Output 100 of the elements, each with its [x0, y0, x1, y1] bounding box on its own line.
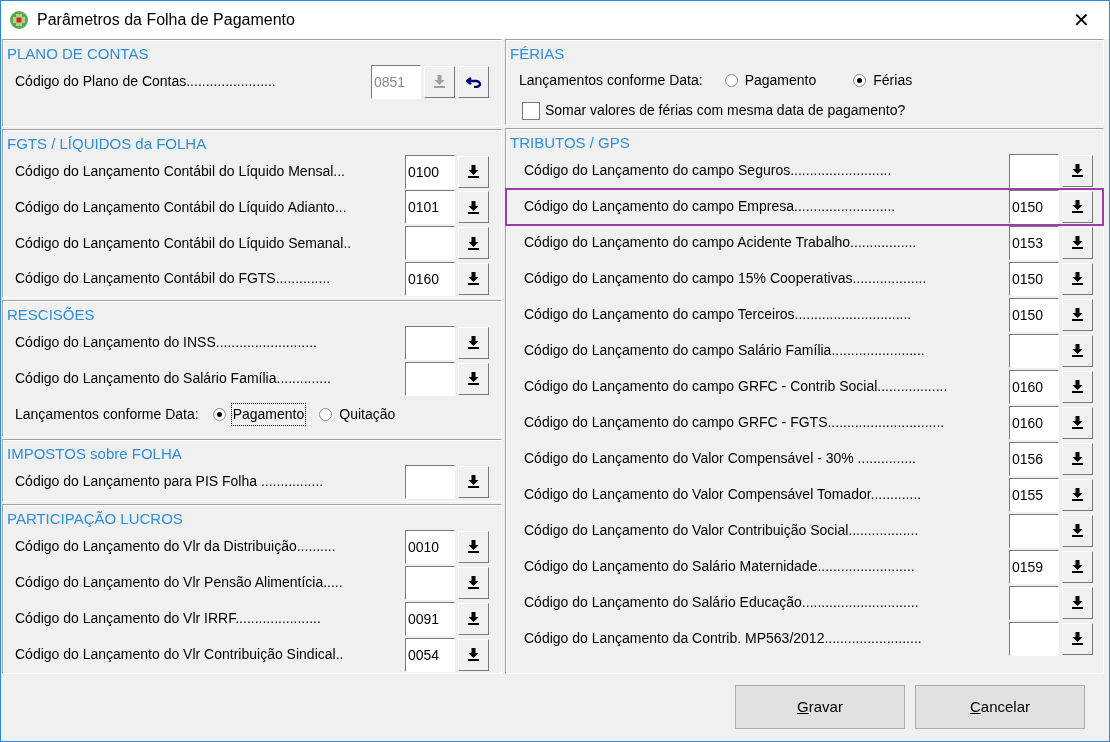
radio-button[interactable] — [724, 74, 738, 87]
section-title: RESCISÕES — [6, 304, 96, 325]
lookup-button[interactable] — [1062, 334, 1093, 367]
lookup-button[interactable] — [458, 602, 489, 635]
lookup-button[interactable] — [1062, 262, 1093, 295]
section-title: PARTICIPAÇÃO LUCROS — [6, 508, 184, 529]
code-field[interactable]: 0153 — [1009, 225, 1059, 260]
lookup-button[interactable] — [1062, 154, 1093, 187]
field-label: Código do Lançamento do campo Acidente Trabalho................. — [524, 233, 918, 253]
field-label: Código do Lançamento Contábil do Líquido Adianto... — [15, 197, 348, 217]
code-field[interactable] — [405, 361, 455, 396]
download-icon — [1072, 272, 1083, 286]
radio-button[interactable] — [212, 408, 226, 422]
download-icon — [468, 372, 479, 386]
download-icon — [1072, 164, 1083, 178]
field-label: Código do Lançamento do Vlr IRRF...................... — [15, 609, 322, 629]
code-field[interactable]: 0150 — [1009, 297, 1059, 332]
lookup-button[interactable] — [1062, 550, 1093, 583]
radio-label: Quitação — [338, 405, 397, 425]
download-icon — [1072, 524, 1083, 538]
section-title: FGTS / LÍQUIDOS da FOLHA — [6, 133, 208, 154]
code-field[interactable] — [405, 565, 455, 600]
lookup-button[interactable] — [1062, 190, 1093, 223]
download-icon — [468, 612, 479, 626]
section-title: PLANO DE CONTAS — [6, 43, 150, 64]
checkbox-label: Somar valores de férias com mesma data de pagamento? — [545, 101, 906, 120]
code-field[interactable]: 0100 — [405, 154, 455, 189]
code-field[interactable] — [405, 464, 455, 499]
radio-label: Férias — [872, 71, 914, 90]
code-field[interactable] — [405, 226, 455, 260]
close-button[interactable]: ✕ — [1061, 4, 1101, 35]
code-field[interactable]: 0150 — [1009, 261, 1059, 296]
lookup-button[interactable] — [458, 638, 489, 671]
code-field[interactable]: 0160 — [405, 261, 455, 296]
lookup-button[interactable] — [1062, 226, 1093, 259]
lookup-button[interactable] — [1062, 442, 1093, 475]
lookup-button[interactable] — [1062, 586, 1093, 619]
download-icon — [1072, 380, 1083, 394]
code-field[interactable] — [1009, 153, 1059, 188]
lookup-button[interactable] — [458, 566, 489, 599]
code-field[interactable] — [405, 325, 455, 360]
section-title: TRIBUTOS / GPS — [509, 132, 631, 153]
lookup-button[interactable] — [1062, 478, 1093, 511]
code-field[interactable] — [1009, 585, 1059, 620]
dialog-button[interactable]: Cancelar — [915, 685, 1085, 730]
radio-button[interactable] — [319, 408, 333, 422]
code-field[interactable]: 0091 — [405, 601, 455, 636]
field-label: Código do Lançamento do Valor Contribuição Social.................. — [524, 521, 920, 541]
field-label: Código do Lançamento do Vlr da Distribuição.......... — [15, 537, 337, 557]
field-label: Código do Lançamento do campo Seguros.......................... — [524, 161, 893, 181]
field-label: Código do Lançamento da Contrib. MP563/2012......................... — [524, 629, 923, 649]
lookup-button[interactable] — [1062, 298, 1093, 331]
field-label: Código do Lançamento Contábil do Líquido Semanal.. — [15, 233, 353, 253]
lookup-button[interactable] — [1062, 622, 1093, 655]
download-icon — [468, 475, 479, 489]
field-label: Código do Lançamento do campo GRFC - FGTS.............................. — [524, 413, 946, 433]
lookup-button[interactable] — [458, 362, 489, 395]
lookup-button[interactable] — [1062, 406, 1093, 439]
lookup-button[interactable] — [458, 155, 489, 188]
lookup-button[interactable] — [458, 191, 489, 224]
download-icon — [468, 648, 479, 662]
download-icon — [468, 540, 479, 554]
code-field[interactable] — [1009, 333, 1059, 368]
checkbox[interactable] — [522, 101, 540, 120]
download-icon — [468, 236, 479, 250]
lookup-button[interactable] — [458, 530, 489, 563]
download-icon — [468, 576, 479, 590]
code-field[interactable]: 0156 — [1009, 441, 1059, 476]
download-icon — [1072, 488, 1083, 502]
lookup-button[interactable] — [458, 227, 489, 259]
field-label: Código do Lançamento do Vlr Pensão Alimentícia..... — [15, 573, 344, 593]
lookup-button[interactable] — [1062, 514, 1093, 547]
code-field[interactable]: 0159 — [1009, 549, 1059, 584]
code-field[interactable]: 0155 — [1009, 477, 1059, 512]
code-field[interactable]: 0054 — [405, 637, 455, 672]
field-label: Código do Lançamento Contábil do Líquido Mensal... — [15, 162, 346, 181]
lookup-button[interactable] — [1062, 370, 1093, 403]
section-title: IMPOSTOS sobre FOLHA — [6, 443, 183, 464]
code-field[interactable]: 0160 — [1009, 405, 1059, 440]
dialog-button[interactable]: Gravar — [735, 685, 905, 730]
download-icon — [1072, 452, 1083, 466]
code-field[interactable]: 0150 — [1009, 189, 1059, 224]
download-icon — [1072, 632, 1083, 646]
download-icon — [468, 272, 479, 286]
radio-label: Pagamento — [231, 404, 306, 426]
code-field[interactable]: 0101 — [405, 190, 455, 225]
radio-group-label: Lançamentos conforme Data: — [519, 71, 703, 90]
download-icon — [468, 200, 479, 214]
code-field[interactable] — [1009, 621, 1059, 656]
code-field[interactable] — [1009, 513, 1059, 548]
code-field[interactable]: 0010 — [405, 529, 455, 564]
undo-icon — [465, 75, 482, 88]
field-label: Código do Lançamento Contábil do FGTS.............. — [15, 269, 332, 289]
download-icon — [1072, 596, 1083, 610]
radio-button[interactable] — [853, 74, 867, 87]
code-field[interactable]: 0160 — [1009, 369, 1059, 404]
lookup-button[interactable] — [458, 465, 489, 498]
field-label: Código do Lançamento do campo Empresa.......................... — [524, 197, 897, 217]
lookup-button[interactable] — [458, 262, 489, 295]
lookup-button[interactable] — [458, 326, 489, 359]
